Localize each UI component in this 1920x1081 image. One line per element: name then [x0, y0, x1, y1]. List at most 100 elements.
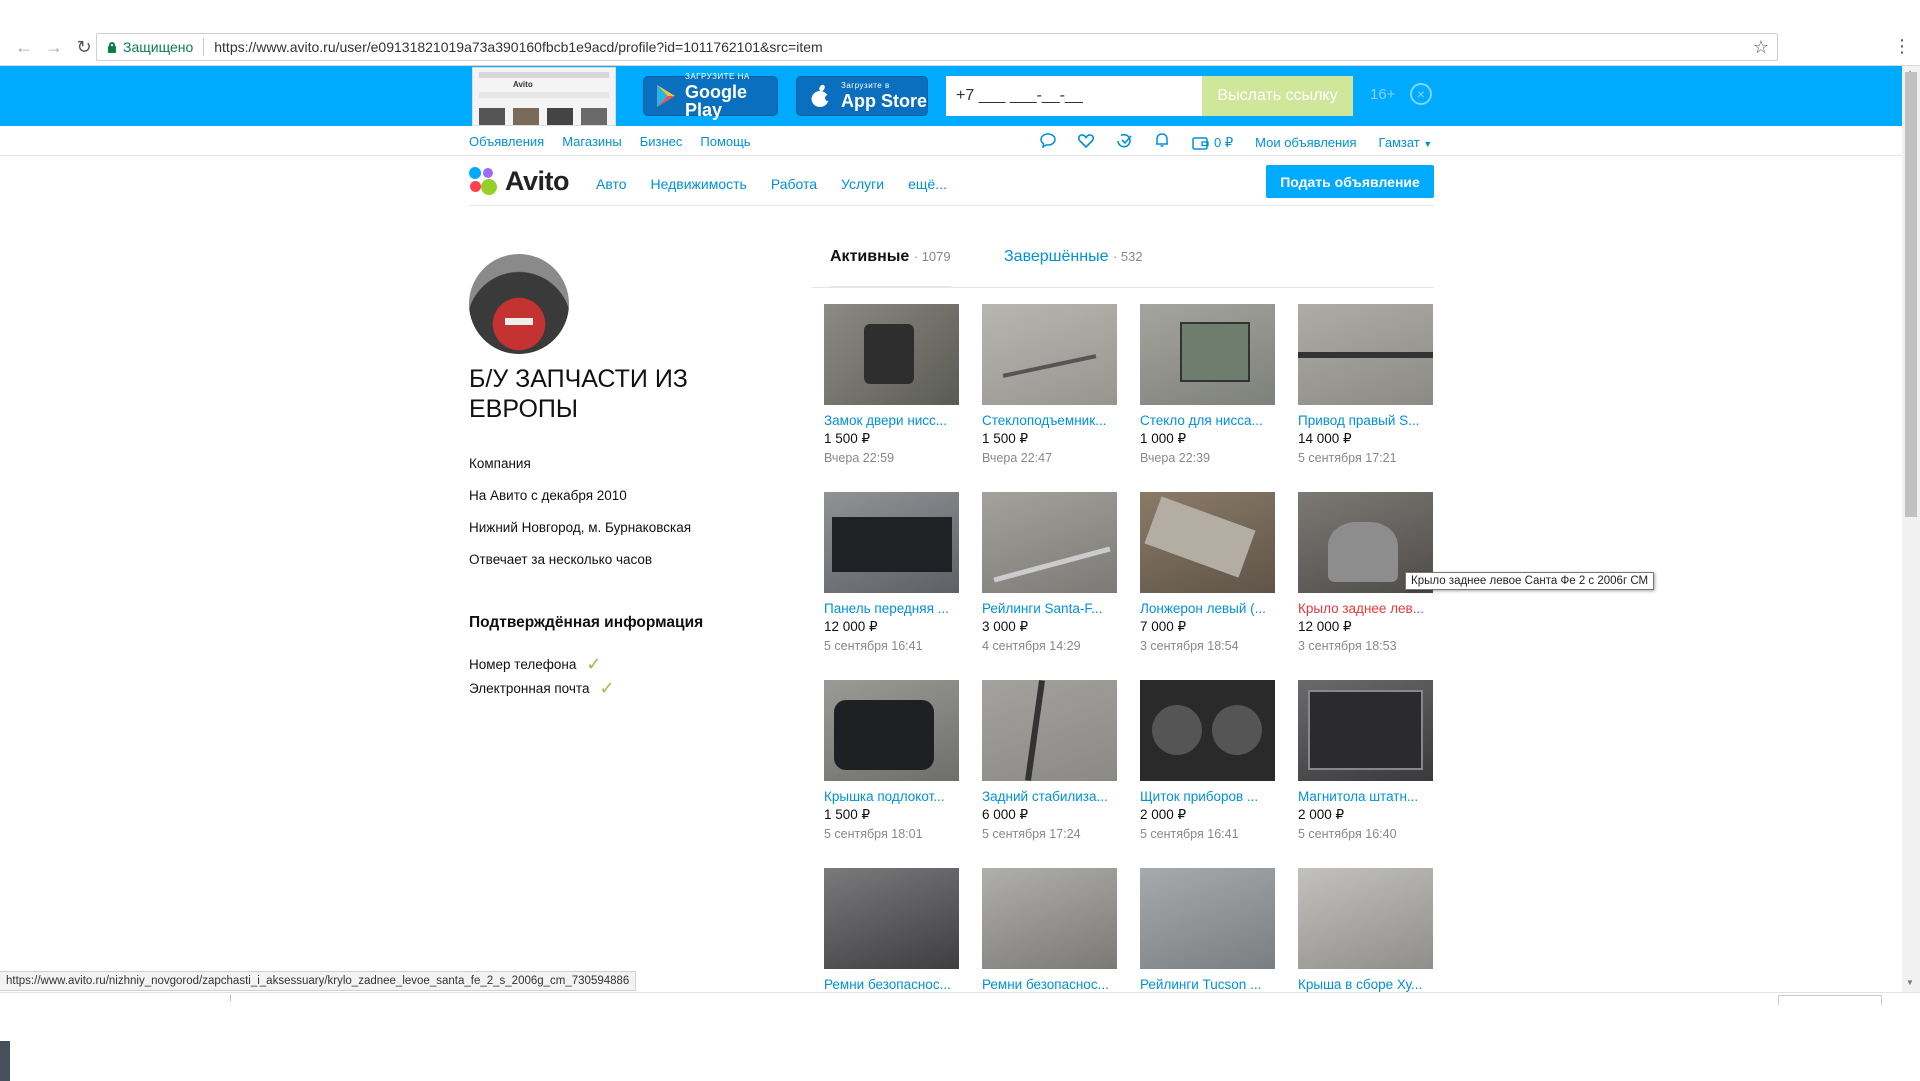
wallet-balance: 0 ₽: [1214, 134, 1234, 150]
browser-nav: ← → ↻: [12, 36, 96, 58]
ad-photo[interactable]: [824, 492, 959, 593]
ad-card[interactable]: Задний стабилиза... 6 000 ₽ 5 сентября 1…: [982, 680, 1117, 841]
ad-title[interactable]: Лонжерон левый (...: [1140, 601, 1275, 616]
ad-time: 4 сентября 14:29: [982, 639, 1081, 653]
username-menu[interactable]: Гамзат ▼: [1379, 135, 1433, 150]
ad-title[interactable]: Стекло для нисса...: [1140, 413, 1275, 428]
ad-card[interactable]: Крышка подлокот... 1 500 ₽ 5 сентября 18…: [824, 680, 959, 841]
top-link-help[interactable]: Помощь: [700, 134, 750, 149]
favorites-heart-icon[interactable]: [1078, 133, 1094, 153]
reload-icon[interactable]: ↻: [72, 36, 96, 58]
top-link-ads[interactable]: Объявления: [469, 134, 544, 149]
post-ad-button[interactable]: Подать объявление: [1266, 165, 1434, 198]
bell-icon[interactable]: [1154, 132, 1170, 153]
ad-title[interactable]: Задний стабилиза...: [982, 789, 1117, 804]
ad-title[interactable]: Ремни безопаснос...: [824, 977, 959, 992]
ad-photo[interactable]: [1298, 304, 1433, 405]
address-bar[interactable]: Защищено https://www.avito.ru/user/e0913…: [96, 33, 1778, 61]
ad-card[interactable]: Рейлинги Tucson ...: [1140, 868, 1275, 992]
ad-photo[interactable]: [824, 680, 959, 781]
page-scrollbar[interactable]: ▲ ▼: [1902, 66, 1920, 992]
ad-card[interactable]: Ремни безопаснос...: [982, 868, 1117, 992]
ad-photo[interactable]: [1140, 868, 1275, 969]
ad-title[interactable]: Щиток приборов ...: [1140, 789, 1275, 804]
ad-title[interactable]: Крыша в сборе Ху...: [1298, 977, 1433, 992]
ad-card[interactable]: Магнитола штатн... 2 000 ₽ 5 сентября 16…: [1298, 680, 1433, 841]
ad-photo[interactable]: [982, 680, 1117, 781]
app-store-big-text: App Store: [841, 91, 928, 111]
ad-card[interactable]: Панель передняя ... 12 000 ₽ 5 сентября …: [824, 492, 959, 653]
ad-title[interactable]: Рейлинги Santa-F...: [982, 601, 1117, 616]
compare-icon[interactable]: [1116, 133, 1132, 153]
my-ads-link[interactable]: Мои объявления: [1255, 135, 1356, 150]
verified-email: Электронная почта ✓: [469, 678, 615, 699]
ad-time: 5 сентября 17:24: [982, 827, 1081, 841]
tab-active[interactable]: Активные · 1079: [830, 248, 951, 288]
category-jobs[interactable]: Работа: [771, 176, 817, 192]
tab-active-label: Активные: [830, 248, 910, 265]
messages-icon[interactable]: [1040, 132, 1056, 153]
scroll-down-arrow-icon[interactable]: ▼: [1906, 978, 1914, 987]
ad-photo[interactable]: [824, 304, 959, 405]
category-services[interactable]: Услуги: [841, 176, 884, 192]
ad-time: Вчера 22:59: [824, 451, 895, 465]
category-realty[interactable]: Недвижимость: [651, 176, 747, 192]
ad-price: 1 500 ₽: [824, 431, 871, 446]
title-tooltip: Крыло заднее левое Санта Фе 2 с 2006г СМ: [1405, 572, 1655, 590]
ad-card[interactable]: Стекло для нисса... 1 000 ₽ Вчера 22:39: [1140, 304, 1275, 465]
url-text[interactable]: https://www.avito.ru/user/e09131821019a7…: [214, 39, 822, 55]
ad-photo[interactable]: [1298, 868, 1433, 969]
ad-photo[interactable]: [824, 868, 959, 969]
forward-arrow-icon[interactable]: →: [42, 36, 66, 58]
address-separator: [203, 38, 205, 56]
ad-card[interactable]: Крыша в сборе Ху...: [1298, 868, 1433, 992]
ad-card[interactable]: Рейлинги Santa-F... 3 000 ₽ 4 сентября 1…: [982, 492, 1117, 653]
tab-completed[interactable]: Завершённые · 532: [1004, 248, 1143, 266]
ad-photo[interactable]: [1140, 492, 1275, 593]
ad-title[interactable]: Крышка подлокот...: [824, 789, 959, 804]
ad-photo[interactable]: [1298, 680, 1433, 781]
bookmark-star-icon[interactable]: ☆: [1753, 37, 1769, 58]
google-play-button[interactable]: ЗАГРУЗИТЕ НА Google Play: [643, 73, 778, 119]
header-divider: [0, 155, 1902, 156]
ad-photo[interactable]: [1140, 680, 1275, 781]
top-link-shops[interactable]: Магазины: [562, 134, 622, 149]
ad-card[interactable]: Стеклоподъемник... 1 500 ₽ Вчера 22:47: [982, 304, 1117, 465]
ad-title[interactable]: Магнитола штатн...: [1298, 789, 1433, 804]
back-arrow-icon[interactable]: ←: [12, 36, 36, 58]
category-auto[interactable]: Авто: [596, 176, 627, 192]
send-link-button[interactable]: Выслать ссылку: [1202, 76, 1353, 116]
ad-title[interactable]: Стеклоподъемник...: [982, 413, 1117, 428]
ad-photo[interactable]: [982, 868, 1117, 969]
ad-photo[interactable]: [1140, 304, 1275, 405]
verified-phone: Номер телефона ✓: [469, 654, 601, 675]
ad-card[interactable]: Замок двери нисс... 1 500 ₽ Вчера 22:59: [824, 304, 959, 465]
phone-input[interactable]: [946, 76, 1202, 116]
ad-title[interactable]: Привод правый S...: [1298, 413, 1433, 428]
ad-card[interactable]: Привод правый S... 14 000 ₽ 5 сентября 1…: [1298, 304, 1433, 465]
scroll-thumb[interactable]: [1905, 72, 1917, 517]
ad-price: 7 000 ₽: [1140, 619, 1187, 634]
verified-phone-label: Номер телефона: [469, 657, 577, 672]
top-link-business[interactable]: Бизнес: [640, 134, 683, 149]
seller-location: Нижний Новгород, м. Бурнаковская: [469, 520, 692, 535]
ad-photo[interactable]: [982, 304, 1117, 405]
ad-card[interactable]: Лонжерон левый (... 7 000 ₽ 3 сентября 1…: [1140, 492, 1275, 653]
ad-title[interactable]: Ремни безопаснос...: [982, 977, 1117, 992]
wallet[interactable]: 0 ₽: [1192, 135, 1233, 151]
ad-card[interactable]: Щиток приборов ... 2 000 ₽ 5 сентября 16…: [1140, 680, 1275, 841]
tab-completed-count: · 532: [1112, 249, 1143, 264]
ad-price: 12 000 ₽: [824, 619, 878, 634]
category-more[interactable]: ещё...: [908, 176, 947, 192]
ad-photo[interactable]: [982, 492, 1117, 593]
ad-title[interactable]: Крыло заднее лев...: [1298, 601, 1433, 616]
app-store-button[interactable]: Загрузите в App Store: [796, 76, 928, 116]
browser-menu-icon[interactable]: ⋮: [1893, 36, 1911, 57]
ad-title[interactable]: Панель передняя ...: [824, 601, 959, 616]
ad-title[interactable]: Замок двери нисс...: [824, 413, 959, 428]
ad-card[interactable]: Ремни безопаснос...: [824, 868, 959, 992]
avito-logo[interactable]: Avito: [469, 166, 570, 197]
ad-title[interactable]: Рейлинги Tucson ...: [1140, 977, 1275, 992]
ad-time: 5 сентября 16:41: [1140, 827, 1239, 841]
close-icon[interactable]: ×: [1410, 83, 1432, 105]
